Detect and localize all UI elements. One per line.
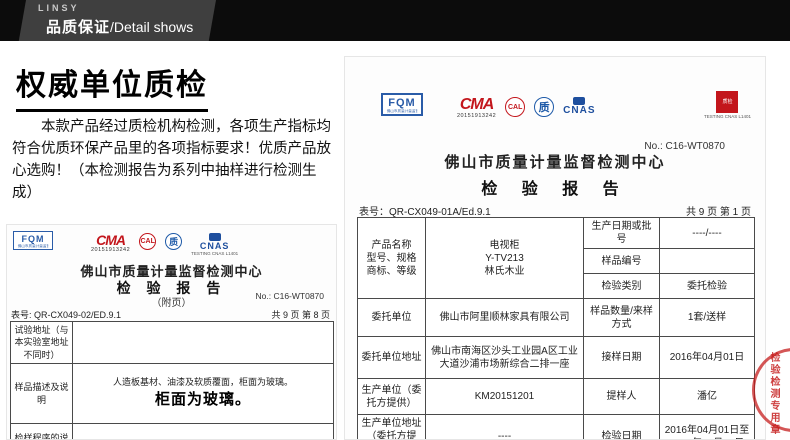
field-label: 样品数量/来样方式	[583, 298, 660, 337]
fqm-logo-caption: 佛山市质量计量监督检测中心	[17, 244, 49, 248]
cma-logo: CMA 20151913242	[91, 233, 130, 253]
page-info: 共 9 页 第 8 页	[271, 310, 330, 320]
field-value: 2016年04月01日至2016年04月05日	[659, 414, 755, 439]
cnas-logo: CNAS TESTING CNAS L1401	[191, 233, 238, 256]
field-value: 委托检验	[659, 273, 755, 299]
cma-license-number: 20151913242	[91, 247, 131, 253]
cnas-caption: TESTING CNAS L1401	[703, 114, 751, 119]
field-label: 检验类别	[583, 273, 660, 299]
product-value-cell: 电视柜 Y-TV213 林氏木业	[425, 217, 584, 299]
section-title: 品质保证/Detail shows	[46, 16, 193, 37]
field-label: 生产日期或批号	[583, 217, 660, 249]
quality-seal-icon: 质	[534, 97, 555, 117]
cma-license-number: 20151913242	[457, 113, 497, 119]
cma-logo-text: CMA	[96, 232, 126, 248]
quality-seal-text: 质	[169, 237, 179, 247]
field-value: 佛山市南海区沙头工业园A区工业大道沙浦市场新综合二排一座	[425, 336, 584, 379]
field-value: 人造板基材、油漆及软质覆面，柜面为玻璃。 柜面为玻璃。	[72, 363, 334, 424]
product-brand: 林氏木业	[484, 265, 525, 277]
report-number: No.: C16-WT0870	[255, 291, 325, 301]
page-info: 共 9 页 第 1 页	[685, 207, 751, 218]
fqm-logo-wrap: FQM 佛山市质量计量监督检测中心	[381, 93, 423, 117]
cnas-logo-text: CNAS	[199, 241, 230, 251]
sample-description-highlight: 柜面为玻璃。	[154, 391, 251, 409]
field-label: 商标、等级	[366, 265, 417, 277]
cal-logo-text: CAL	[507, 103, 523, 111]
sample-description: 人造板基材、油漆及软质覆面，柜面为玻璃。	[112, 377, 293, 388]
cnas-logo: CNAS	[563, 97, 595, 116]
cnas-logo-text: CNAS	[563, 105, 596, 116]
field-label: 试验地址（与本实验室地址不同时）	[10, 321, 73, 364]
field-value: 潘亿	[659, 378, 755, 415]
product-model: Y-TV213	[485, 252, 524, 264]
cert-logos: CMA 20151913242 CAL 质 CNAS	[457, 96, 596, 120]
brand-logo: LINSY	[38, 3, 80, 13]
lab-name: 佛山市质量计量监督检测中心	[444, 154, 666, 171]
field-value: 2016年04月01日	[659, 336, 755, 379]
field-value	[659, 248, 755, 274]
page-title: 权威单位质检	[16, 60, 208, 112]
fqm-logo-caption: 佛山市质量计量监督检测中心	[386, 109, 418, 113]
field-label: 委托单位地址	[357, 336, 426, 379]
report-title: 检 验 报 告	[481, 181, 629, 198]
field-label: 样品描述及说明	[10, 363, 73, 424]
form-number: 表号：QR-CX049-01A/Ed.9.1	[359, 207, 491, 218]
field-label: 生产单位（委托方提供）	[357, 378, 426, 415]
product-name: 电视柜	[489, 239, 520, 251]
product-label-cell: 产品名称 型号、规格 商标、等级	[357, 217, 426, 299]
fqm-logo-text: FQM	[388, 97, 416, 109]
inspection-report-document: FQM 佛山市质量计量监督检测中心 CMA 20151913242 CAL 质 …	[344, 56, 766, 440]
form-line: 表号：QR-CX049-01A/Ed.9.1 共 9 页 第 1 页	[359, 203, 751, 218]
cnas-caption: TESTING CNAS L1401	[191, 251, 239, 256]
cma-logo: CMA 20151913242	[457, 96, 497, 120]
red-cert-logo-text: 质检	[722, 99, 733, 105]
cal-logo: CAL	[505, 97, 526, 117]
fqm-logo-wrap: FQM 佛山市质量计量监督检测中心	[13, 231, 53, 251]
cal-logo-text: CAL	[140, 238, 155, 245]
fqm-logo: FQM 佛山市质量计量监督检测中心	[381, 93, 423, 117]
field-value	[72, 423, 334, 439]
detail-page: LINSY 品质保证/Detail shows 权威单位质检 本款产品经过质检机…	[0, 0, 790, 440]
field-label: 产品名称	[371, 239, 412, 251]
intro-paragraph: 本款产品经过质检机构检测，各项生产指标均符合优质环保产品里的各项指标要求！优质产…	[12, 119, 331, 202]
quality-seal-icon: 质	[165, 233, 183, 250]
field-value: 佛山市阿里顺林家具有限公司	[425, 298, 584, 337]
field-label: 生产单位地址（委托方提供）	[357, 414, 426, 439]
cnas-emblem-icon	[208, 233, 221, 241]
quality-seal-text: 质	[538, 102, 550, 114]
fqm-logo-text: FQM	[21, 234, 45, 244]
cal-logo: CAL	[139, 233, 157, 250]
field-label: 接样日期	[583, 336, 660, 379]
field-value: 1套/送样	[659, 298, 755, 337]
red-seal-text: 检验检测专用章	[768, 352, 779, 436]
fqm-logo: FQM 佛山市质量计量监督检测中心	[13, 231, 53, 251]
field-label: 样品编号	[583, 248, 660, 274]
cma-logo-text: CMA	[459, 96, 494, 113]
cnas-emblem-icon	[573, 97, 586, 105]
section-title-en: /Detail shows	[110, 19, 194, 35]
cert-logos: CMA 20151913242 CAL 质 CNAS TESTING CNAS …	[91, 233, 238, 256]
field-value: ----	[425, 414, 584, 439]
red-cert-logo-wrap: 质检 TESTING CNAS L1401	[704, 91, 751, 119]
form-line: 表号: QR-CX049-02/ED.9.1 共 9 页 第 8 页	[11, 308, 330, 321]
field-label: 检验日期	[583, 414, 660, 439]
section-header: LINSY 品质保证/Detail shows	[0, 0, 790, 41]
field-label: 检样程序的说明	[10, 423, 73, 439]
field-label: 提样人	[583, 378, 660, 415]
field-label: 委托单位	[357, 298, 426, 337]
field-value: ----/----	[659, 217, 755, 249]
section-title-cn: 品质保证	[46, 19, 111, 36]
field-label: 型号、规格	[366, 252, 417, 264]
field-value: KM20151201	[425, 378, 584, 415]
form-number: 表号: QR-CX049-02/ED.9.1	[11, 310, 122, 320]
report-table: 产品名称 型号、规格 商标、等级 电视柜 Y-TV213 林氏木业 生产日期或批…	[357, 217, 755, 439]
appendix-table: 试验地址（与本实验室地址不同时） 样品描述及说明 人造板基材、油漆及软质覆面，柜…	[10, 321, 334, 439]
field-value	[72, 321, 334, 364]
red-cert-logo: 质检	[716, 91, 739, 113]
report-appendix-document: FQM 佛山市质量计量监督检测中心 CMA 20151913242 CAL 质 …	[6, 224, 337, 440]
